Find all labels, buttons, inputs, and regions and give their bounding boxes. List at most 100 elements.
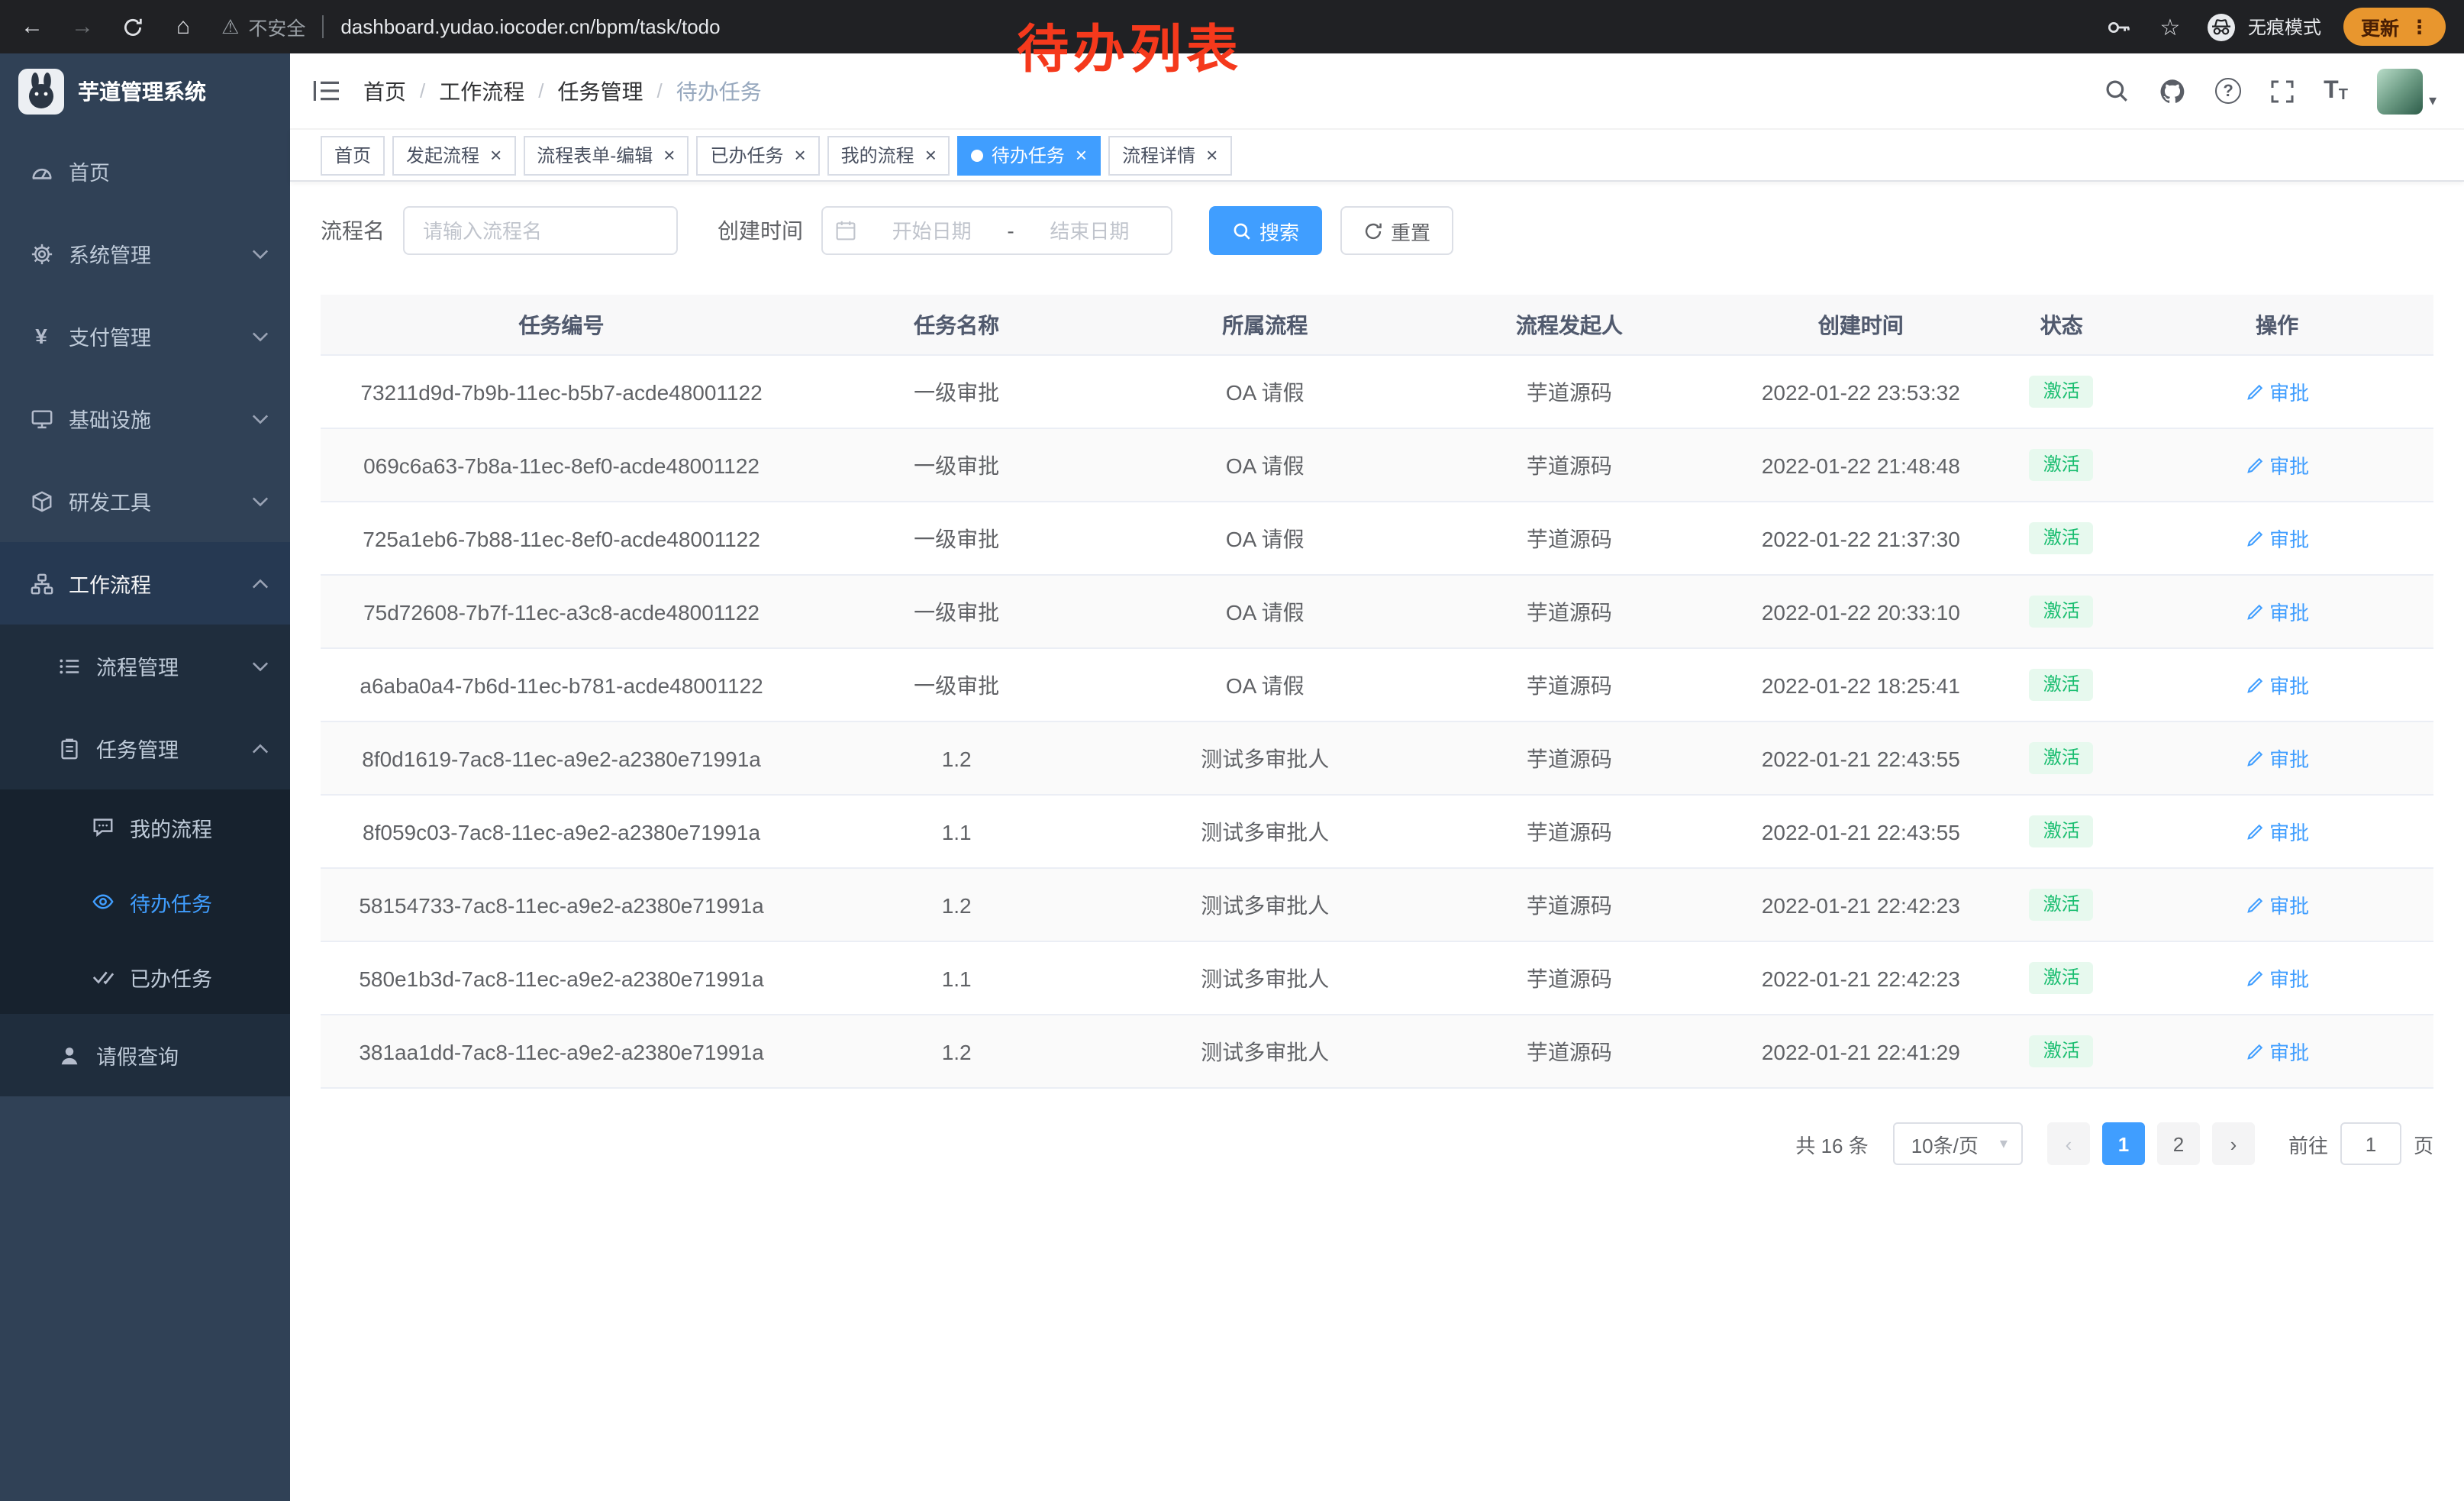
search-icon[interactable]: [2104, 78, 2130, 104]
security-label[interactable]: 不安全: [248, 12, 305, 41]
status-badge: 激活: [2030, 889, 2094, 921]
tab-home[interactable]: 首页: [321, 135, 385, 175]
table-row: 725a1eb6-7b88-11ec-8ef0-acde48001122 一级审…: [321, 502, 2433, 576]
incognito-label: 无痕模式: [2248, 14, 2321, 40]
approve-link[interactable]: 审批: [2245, 964, 2309, 993]
search-button[interactable]: 搜索: [1209, 206, 1322, 255]
sidebar-item-leave-query[interactable]: 请假查询: [0, 1014, 290, 1096]
page-size-select[interactable]: 10条/页 ▾: [1893, 1122, 2023, 1165]
end-date-input[interactable]: [1021, 219, 1159, 242]
sidebar-item-payment[interactable]: ¥ 支付管理: [0, 295, 290, 377]
sidebar-collapse-icon[interactable]: [313, 79, 340, 102]
edit-pen-icon: [2245, 529, 2263, 547]
status-badge: 激活: [2030, 522, 2094, 554]
approve-link[interactable]: 审批: [2245, 890, 2309, 919]
close-icon[interactable]: ×: [1206, 145, 1217, 165]
edit-pen-icon: [2245, 676, 2263, 694]
approve-link[interactable]: 审批: [2245, 597, 2309, 626]
chevron-down-icon: [252, 660, 269, 671]
url-text[interactable]: dashboard.yudao.iocoder.cn/bpm/task/todo: [340, 15, 720, 38]
tab-label: 我的流程: [841, 142, 914, 168]
help-icon[interactable]: ?: [2215, 78, 2241, 104]
cell-process: 测试多审批人: [1111, 816, 1419, 847]
user-menu[interactable]: ▾: [2377, 68, 2437, 114]
goto-page-input[interactable]: [2340, 1122, 2401, 1165]
sidebar-item-infrastructure[interactable]: 基础设施: [0, 377, 290, 460]
bookmark-star-icon[interactable]: ☆: [2156, 13, 2184, 40]
home-icon[interactable]: ⌂: [169, 14, 197, 40]
process-name-input[interactable]: [403, 206, 678, 255]
tab-my-process[interactable]: 我的流程 ×: [827, 135, 950, 175]
sidebar-item-workflow[interactable]: 工作流程: [0, 542, 290, 625]
prev-page-button[interactable]: ‹: [2047, 1122, 2090, 1165]
tab-process-form-edit[interactable]: 流程表单-编辑 ×: [523, 135, 689, 175]
sidebar-item-dev-tools[interactable]: 研发工具: [0, 460, 290, 542]
sidebar-item-home[interactable]: 首页: [0, 130, 290, 212]
browser-update-button[interactable]: 更新 ⋮: [2344, 8, 2446, 46]
sidebar-item-label: 流程管理: [96, 650, 252, 681]
column-header: 状态: [2002, 309, 2121, 340]
approve-link[interactable]: 审批: [2245, 524, 2309, 553]
tab-done-tasks[interactable]: 已办任务 ×: [696, 135, 819, 175]
sidebar-item-label: 基础设施: [69, 403, 252, 434]
close-icon[interactable]: ×: [490, 145, 502, 165]
tab-initiate-process[interactable]: 发起流程 ×: [392, 135, 515, 175]
annotation-overlay: 待办列表: [1017, 8, 1243, 82]
user-avatar[interactable]: [2377, 68, 2423, 114]
sidebar-item-system[interactable]: 系统管理: [0, 212, 290, 295]
address-bar[interactable]: ⚠ 不安全 dashboard.yudao.iocoder.cn/bpm/tas…: [221, 12, 721, 41]
start-date-input[interactable]: [863, 219, 1001, 242]
sidebar-item-done-tasks[interactable]: 已办任务: [0, 939, 290, 1014]
sidebar-item-my-process[interactable]: 我的流程: [0, 789, 290, 864]
approve-link[interactable]: 审批: [2245, 817, 2309, 846]
dashboard-icon: [27, 160, 55, 182]
app-logo-row[interactable]: 芋道管理系统: [0, 53, 290, 130]
edit-pen-icon: [2245, 969, 2263, 987]
close-icon[interactable]: ×: [925, 145, 937, 165]
app-title: 芋道管理系统: [78, 76, 206, 107]
reload-icon[interactable]: [119, 16, 147, 37]
close-icon[interactable]: ×: [663, 145, 675, 165]
table-row: 75d72608-7b7f-11ec-a3c8-acde48001122 一级审…: [321, 576, 2433, 649]
approve-link[interactable]: 审批: [2245, 1037, 2309, 1066]
page-button-1[interactable]: 1: [2102, 1122, 2145, 1165]
breadcrumb-item[interactable]: 首页: [363, 76, 406, 106]
sidebar-item-process-management[interactable]: 流程管理: [0, 625, 290, 707]
page-button-2[interactable]: 2: [2157, 1122, 2200, 1165]
approve-link[interactable]: 审批: [2245, 450, 2309, 479]
tab-label: 流程详情: [1122, 142, 1195, 168]
cell-task-id: 381aa1dd-7ac8-11ec-a9e2-a2380e71991a: [321, 1039, 802, 1064]
sidebar-item-task-management[interactable]: 任务管理: [0, 707, 290, 789]
caret-down-icon: ▾: [2429, 92, 2437, 109]
breadcrumb-current: 待办任务: [676, 76, 762, 106]
close-icon[interactable]: ×: [1076, 145, 1087, 165]
table-row: 58154733-7ac8-11ec-a9e2-a2380e71991a 1.2…: [321, 869, 2433, 942]
breadcrumb-item[interactable]: 工作流程: [439, 76, 524, 106]
cell-create-time: 2022-01-21 22:41:29: [1719, 1039, 2002, 1064]
approve-link[interactable]: 审批: [2245, 744, 2309, 773]
back-icon[interactable]: ←: [18, 14, 46, 40]
sidebar-item-label: 首页: [69, 156, 269, 186]
tab-process-detail[interactable]: 流程详情 ×: [1108, 135, 1231, 175]
cell-process: 测试多审批人: [1111, 889, 1419, 920]
date-range-picker[interactable]: -: [821, 206, 1172, 255]
status-badge: 激活: [2030, 815, 2094, 847]
github-icon[interactable]: [2159, 77, 2186, 105]
font-size-icon[interactable]: TT: [2324, 79, 2348, 103]
cell-starter: 芋道源码: [1419, 889, 1719, 920]
table-row: 069c6a63-7b8a-11ec-8ef0-acde48001122 一级审…: [321, 429, 2433, 502]
approve-link[interactable]: 审批: [2245, 670, 2309, 699]
fullscreen-icon[interactable]: [2270, 79, 2295, 103]
tab-label: 待办任务: [992, 142, 1065, 168]
browser-menu-icon[interactable]: ⋮: [2410, 15, 2429, 38]
breadcrumb-item[interactable]: 任务管理: [558, 76, 643, 106]
close-icon[interactable]: ×: [794, 145, 805, 165]
next-page-button[interactable]: ›: [2212, 1122, 2255, 1165]
sidebar-item-todo-tasks[interactable]: 待办任务: [0, 864, 290, 939]
approve-link[interactable]: 审批: [2245, 377, 2309, 406]
edit-pen-icon: [2245, 1042, 2263, 1060]
tab-todo-tasks[interactable]: 待办任务 ×: [958, 135, 1101, 175]
forward-icon[interactable]: →: [69, 14, 96, 40]
key-icon[interactable]: [2106, 15, 2133, 39]
reset-button[interactable]: 重置: [1340, 206, 1453, 255]
